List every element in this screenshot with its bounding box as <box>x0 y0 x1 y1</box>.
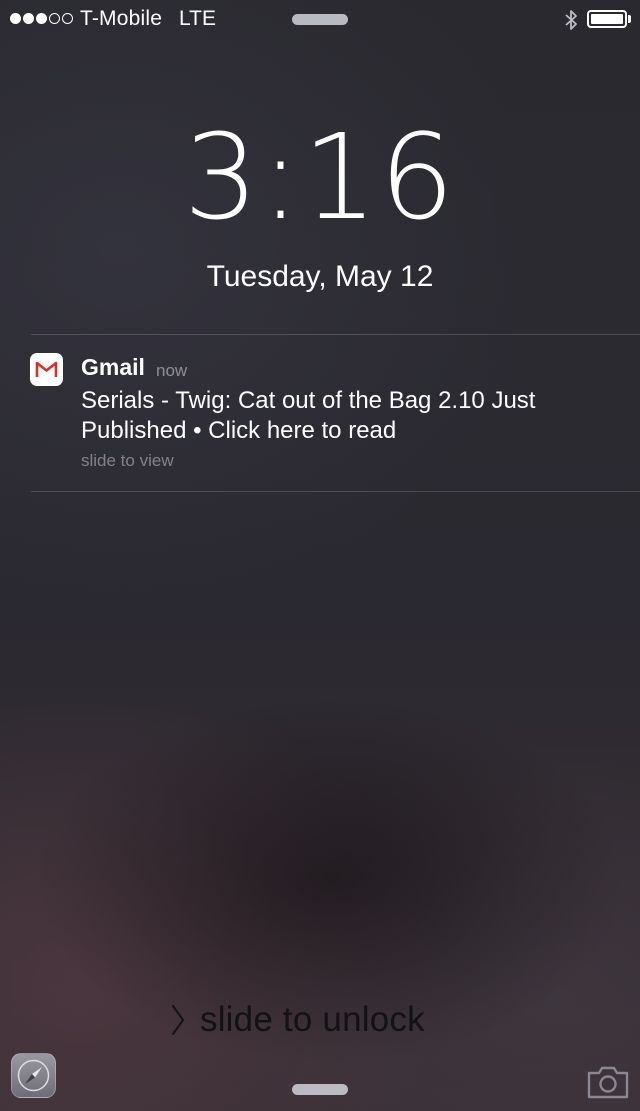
carrier-name: T-Mobile <box>80 7 163 30</box>
notification-slide-hint: slide to view <box>81 451 174 470</box>
notification-divider-bottom <box>31 491 640 492</box>
chevron-right-icon <box>170 1003 186 1037</box>
control-center-grabber[interactable] <box>292 1084 348 1095</box>
lock-screen-time: 3:16 <box>183 108 457 246</box>
notification-center-grabber[interactable] <box>292 14 348 25</box>
slide-to-unlock[interactable]: slide to unlock <box>170 1000 425 1040</box>
notification-timestamp: now <box>156 361 188 380</box>
battery-level <box>591 14 623 24</box>
battery-nub <box>628 15 631 23</box>
gmail-notification[interactable]: Gmail now Serials - Twig: Cat out of the… <box>0 335 640 491</box>
signal-dot <box>36 13 47 24</box>
notification-app-name: Gmail <box>81 354 145 380</box>
signal-dot <box>62 13 73 24</box>
signal-strength-icon <box>10 13 73 24</box>
notification-body: Serials - Twig: Cat out of the Bag 2.10 … <box>81 387 536 444</box>
network-type: LTE <box>179 7 216 30</box>
battery-icon <box>587 10 627 28</box>
gmail-icon <box>30 353 63 386</box>
signal-dot <box>49 13 60 24</box>
safari-compass-icon[interactable] <box>11 1053 56 1098</box>
camera-icon[interactable] <box>586 1064 630 1100</box>
status-bar: T-Mobile LTE <box>0 0 640 40</box>
lock-screen-date: Tuesday, May 12 <box>206 260 434 293</box>
signal-dot <box>10 13 21 24</box>
bluetooth-icon <box>565 10 577 30</box>
slide-to-unlock-label: slide to unlock <box>200 1000 425 1039</box>
signal-dot <box>23 13 34 24</box>
